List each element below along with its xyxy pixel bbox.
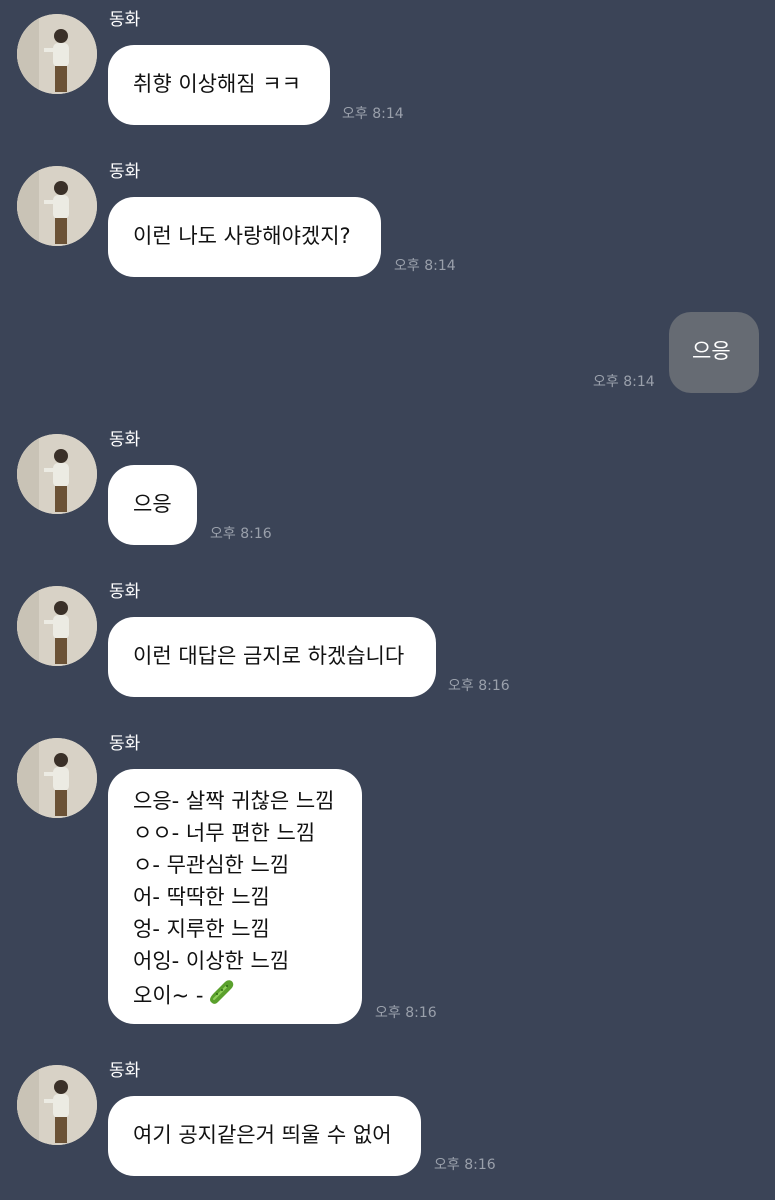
message-text: 취향 이상해짐 ㅋㅋ <box>133 72 301 96</box>
cucumber-emoji <box>206 977 236 1016</box>
message-timestamp: 오후 8:16 <box>375 1005 437 1021</box>
message-timestamp: 오후 8:14 <box>394 258 456 274</box>
message-line: 엉- 지루한 느낌 <box>133 917 270 941</box>
message-bubble[interactable]: 취향 이상해짐 ㅋㅋ <box>108 45 330 125</box>
message-bubble[interactable]: 이런 대답은 금지로 하겠습니다 <box>108 617 436 697</box>
message-bubble[interactable]: 으응- 살짝 귀찮은 느낌 ㅇㅇ- 너무 편한 느낌 ㅇ- 무관심한 느낌 어-… <box>108 769 362 1024</box>
message-text: 이런 나도 사랑해야겠지? <box>133 224 351 248</box>
message-timestamp: 오후 8:14 <box>342 106 404 122</box>
sender-name: 동화 <box>109 162 141 182</box>
message-text: 이런 대답은 금지로 하겠습니다 <box>133 644 405 668</box>
message-bubble[interactable]: 이런 나도 사랑해야겠지? <box>108 197 381 277</box>
sender-name: 동화 <box>109 10 141 30</box>
sender-avatar[interactable] <box>17 1065 97 1145</box>
message-text: 으응 <box>133 492 172 516</box>
message-timestamp: 오후 8:14 <box>593 374 655 390</box>
sender-avatar[interactable] <box>17 586 97 666</box>
sent-message-bubble[interactable]: 으응 <box>669 312 759 393</box>
sender-name: 동화 <box>109 734 141 754</box>
sender-avatar[interactable] <box>17 166 97 246</box>
message-line: 으응- 살짝 귀찮은 느낌 <box>133 789 335 813</box>
message-line: 오이~ - <box>133 983 204 1008</box>
message-line: 어잉- 이상한 느낌 <box>133 949 290 973</box>
message-bubble[interactable]: 여기 공지같은거 띄울 수 없어 <box>108 1096 421 1176</box>
message-line-last: 오이~ - <box>133 977 337 1016</box>
message-bubble[interactable]: 으응 <box>108 465 197 545</box>
sender-name: 동화 <box>109 430 141 450</box>
sender-avatar[interactable] <box>17 434 97 514</box>
sender-name: 동화 <box>109 582 141 602</box>
message-timestamp: 오후 8:16 <box>434 1157 496 1173</box>
message-timestamp: 오후 8:16 <box>210 526 272 542</box>
message-line: 어- 딱딱한 느낌 <box>133 885 270 909</box>
message-line: ㅇ- 무관심한 느낌 <box>133 853 290 877</box>
sender-avatar[interactable] <box>17 738 97 818</box>
message-text: 여기 공지같은거 띄울 수 없어 <box>133 1123 392 1147</box>
sender-avatar[interactable] <box>17 14 97 94</box>
sender-name: 동화 <box>109 1061 141 1081</box>
message-text: 으응 <box>692 339 731 363</box>
message-timestamp: 오후 8:16 <box>448 678 510 694</box>
message-line: ㅇㅇ- 너무 편한 느낌 <box>133 821 316 845</box>
